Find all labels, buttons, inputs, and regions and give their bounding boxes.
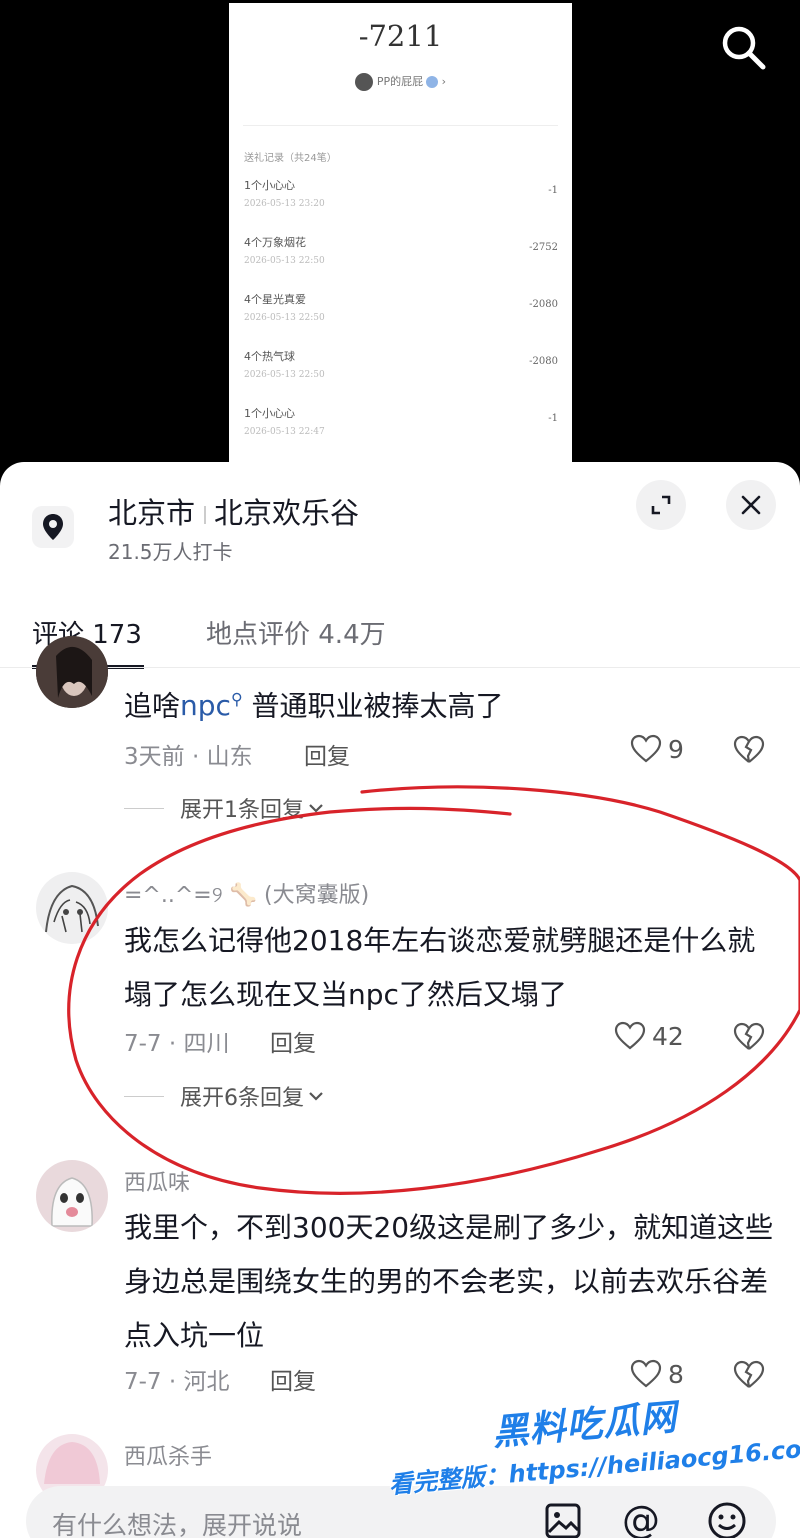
search-small-icon: ⚲ — [230, 690, 243, 709]
comment-text-part: 普通职业被捧太高了 — [242, 689, 504, 723]
comment-meta: 7-7 · 四川 — [124, 1031, 230, 1057]
gift-record-screenshot: -7211 PP的屁屁 › 送礼记录（共24笔） 1个小心心 2026-05-1… — [229, 3, 572, 483]
record-value: -2752 — [529, 242, 558, 253]
expand-replies-label: 展开1条回复 — [180, 798, 304, 823]
expand-replies[interactable]: 展开6条回复 — [124, 1080, 324, 1112]
like-button[interactable]: 42 — [614, 1021, 684, 1051]
record-item: 4个热气球 2026-05-13 22:50 -2080 — [244, 348, 558, 398]
record-value: -2080 — [529, 299, 558, 310]
broken-heart-icon — [733, 1022, 765, 1050]
expand-icon — [651, 495, 671, 515]
search-button[interactable] — [718, 22, 770, 74]
search-link-npc[interactable]: npc⚲ — [180, 689, 243, 722]
record-value: -2080 — [529, 356, 558, 367]
expand-button[interactable] — [636, 480, 686, 530]
receipt-user: PP的屁屁 › — [229, 73, 572, 91]
heart-icon — [630, 734, 662, 763]
expand-line — [124, 807, 164, 809]
record-name: 4个星光真爱 — [244, 293, 306, 306]
sheet-tabs: 评论 173 地点评价 4.4万 — [0, 602, 800, 669]
close-button[interactable] — [726, 480, 776, 530]
dislike-button[interactable] — [733, 735, 765, 769]
record-time: 2026-05-13 22:50 — [244, 370, 325, 380]
receipt-user-name: PP的屁屁 — [376, 75, 424, 88]
location-title[interactable]: 北京市 北京欢乐谷 — [108, 490, 359, 532]
record-time: 2026-05-13 22:47 — [244, 427, 325, 437]
record-value: -1 — [548, 413, 558, 424]
record-time: 2026-05-13 22:50 — [244, 256, 325, 266]
heart-icon — [630, 1359, 662, 1388]
like-count: 9 — [668, 734, 684, 764]
emoji-icon — [708, 1502, 746, 1538]
close-icon — [741, 495, 761, 515]
comment-meta: 7-7 · 河北 — [124, 1369, 230, 1395]
title-separator — [204, 506, 207, 524]
comment-username[interactable]: 西瓜味 — [124, 1165, 190, 1197]
location-place: 北京欢乐谷 — [214, 496, 360, 530]
comment-meta: 3天前 · 山东 — [124, 744, 253, 770]
comment-username[interactable]: =^..^=୨ 🦴 (大窝囊版) — [124, 877, 369, 909]
comment-text-part: 追啥 — [124, 689, 181, 723]
record-value: -1 — [548, 185, 558, 196]
avatar-image — [36, 872, 108, 944]
like-button[interactable]: 8 — [630, 1359, 684, 1389]
comment-text: 我怎么记得他2018年左右谈恋爱就劈腿还是什么就塌了怎么现在又当npc了然后又塌… — [124, 924, 756, 1011]
dislike-button[interactable] — [733, 1360, 765, 1394]
record-item: 4个星光真爱 2026-05-13 22:50 -2080 — [244, 291, 558, 341]
comment-username[interactable]: 西瓜杀手 — [124, 1439, 212, 1471]
avatar[interactable] — [36, 1160, 108, 1232]
record-item: 1个小心心 2026-05-13 22:47 -1 — [244, 405, 558, 455]
heart-icon — [614, 1021, 646, 1050]
search-icon — [722, 26, 766, 70]
location-icon-box — [32, 506, 74, 548]
dislike-button[interactable] — [733, 1022, 765, 1056]
receipt-avatar — [354, 73, 373, 91]
receipt-amount: -7211 — [358, 19, 443, 53]
record-name: 4个热气球 — [244, 350, 295, 363]
verified-icon — [426, 76, 439, 88]
reply-button[interactable]: 回复 — [270, 1024, 316, 1058]
comment-text: 我里个，不到300天20级这是刷了多少，就知道这些身边总是围绕女生的男的不会老实… — [124, 1211, 774, 1352]
mention-button[interactable]: @ — [622, 1498, 660, 1538]
record-name: 4个万象烟花 — [244, 236, 306, 249]
video-player[interactable]: -7211 PP的屁屁 › 送礼记录（共24笔） 1个小心心 2026-05-1… — [0, 0, 800, 500]
location-checkins: 21.5万人打卡 — [108, 540, 233, 564]
avatar-image — [36, 1160, 108, 1232]
at-icon: @ — [622, 1498, 660, 1538]
reply-button[interactable]: 回复 — [304, 737, 350, 771]
receipt-record-title: 送礼记录（共24笔） — [244, 153, 337, 164]
record-time: 2026-05-13 22:50 — [244, 313, 325, 323]
expand-replies[interactable]: 展开1条回复 — [124, 792, 324, 824]
like-button[interactable]: 9 — [630, 734, 684, 764]
location-pin-icon — [43, 514, 63, 540]
like-count: 42 — [652, 1021, 684, 1051]
tabs-divider — [0, 667, 800, 668]
emoji-button[interactable] — [706, 1500, 748, 1538]
record-item: 1个小心心 2026-05-13 23:20 -1 — [244, 177, 558, 227]
location-city: 北京市 — [108, 496, 196, 530]
receipt-divider — [243, 125, 558, 126]
record-time: 2026-05-13 23:20 — [244, 199, 325, 209]
broken-heart-icon — [733, 735, 765, 763]
image-button[interactable] — [544, 1502, 582, 1538]
tab-location-reviews[interactable]: 地点评价 4.4万 — [206, 614, 386, 651]
avatar[interactable] — [36, 636, 108, 708]
like-count: 8 — [668, 1359, 684, 1389]
expand-line — [124, 1095, 164, 1097]
link-text: npc — [180, 689, 231, 723]
chevron-down-icon — [309, 804, 323, 813]
record-name: 1个小心心 — [244, 179, 295, 192]
avatar[interactable] — [36, 872, 108, 944]
broken-heart-icon — [733, 1360, 765, 1388]
chevron-down-icon — [309, 1092, 323, 1101]
comment-input-placeholder: 有什么想法，展开说说 — [52, 1511, 303, 1538]
avatar-image — [36, 636, 108, 708]
location-comments-sheet: 北京市 北京欢乐谷 21.5万人打卡 评论 173 地点评价 4.4万 追啥npc… — [0, 462, 800, 1538]
expand-replies-label: 展开6条回复 — [180, 1086, 304, 1111]
comment-text: 追啥npc⚲ 普通职业被捧太高了 — [124, 673, 774, 733]
reply-button[interactable]: 回复 — [270, 1362, 316, 1396]
image-icon — [545, 1503, 581, 1538]
record-item: 4个万象烟花 2026-05-13 22:50 -2752 — [244, 234, 558, 284]
record-name: 1个小心心 — [244, 407, 295, 420]
